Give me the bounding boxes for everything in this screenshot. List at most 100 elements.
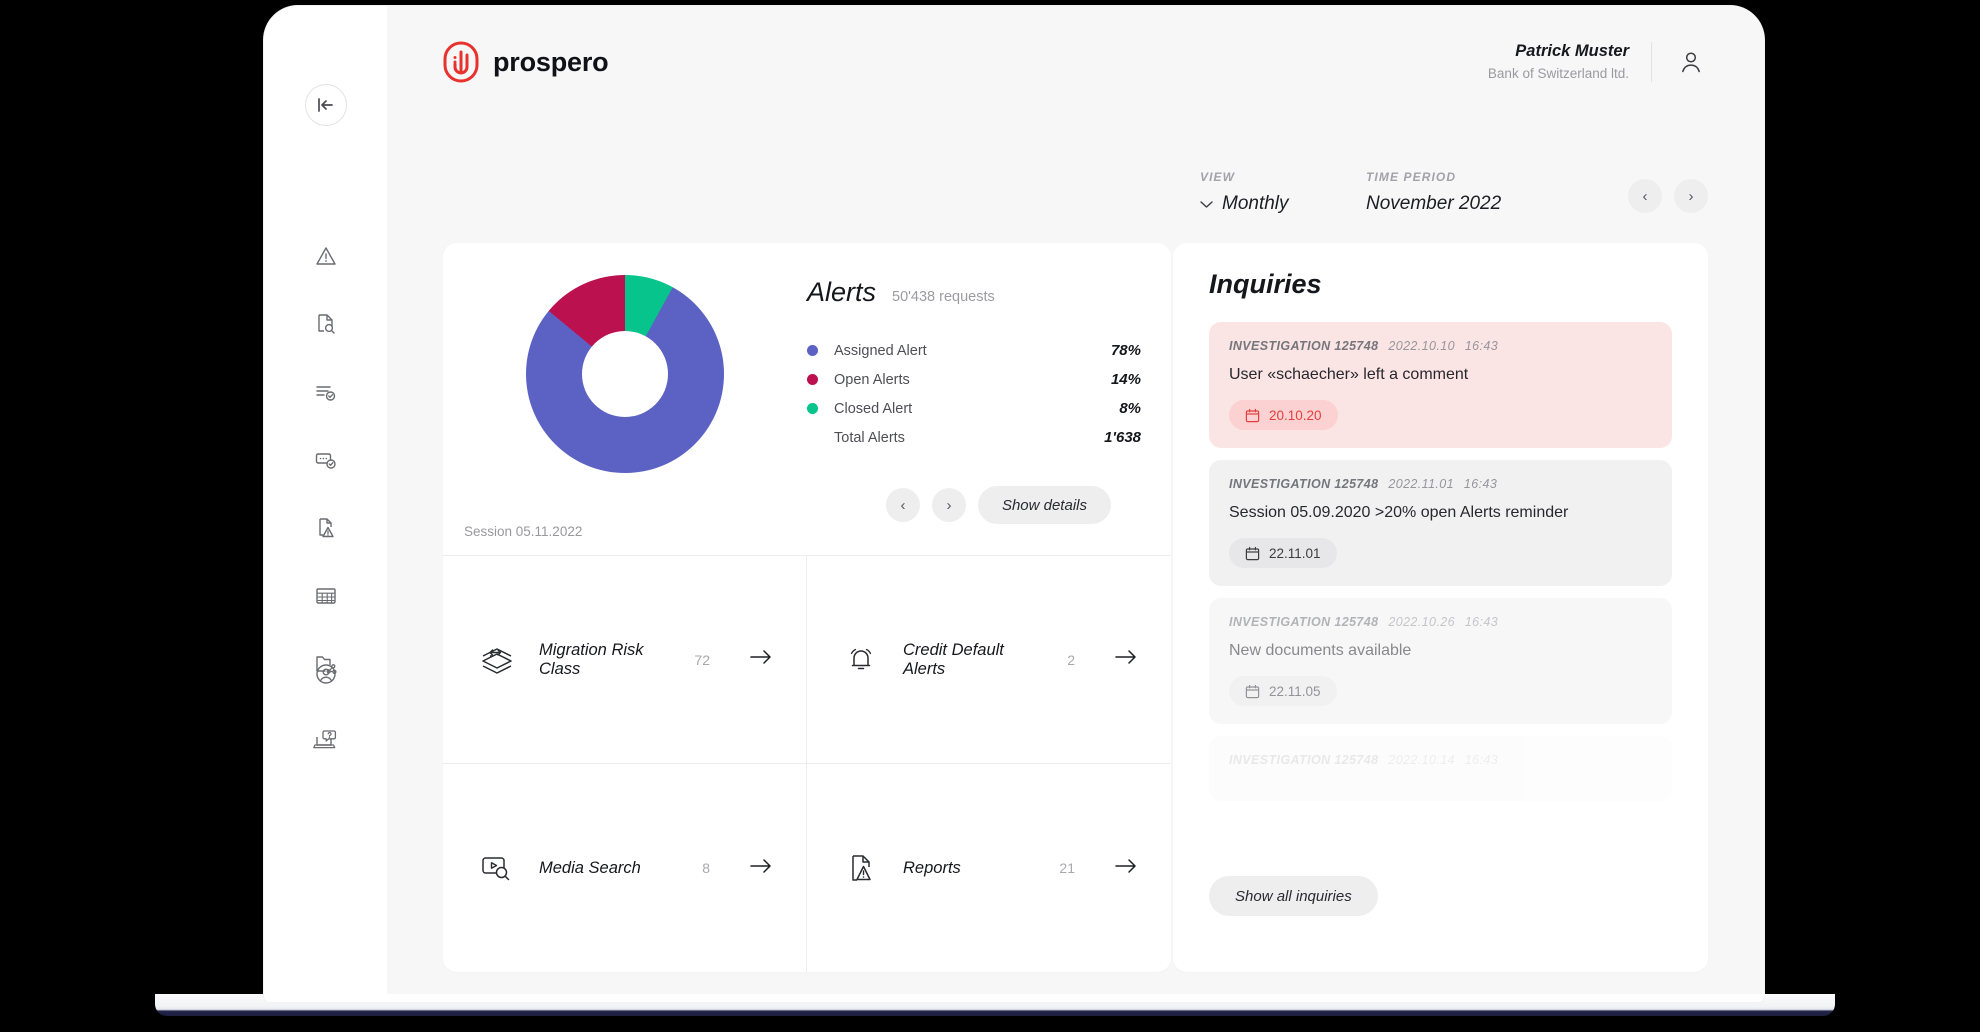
inquiry-time: 16:43 [1463,477,1498,491]
table-grid-icon [315,588,336,604]
alerts-prev-button[interactable]: ‹ [885,488,920,522]
inquiry-badge-text: 22.11.05 [1269,683,1321,699]
inquiry-date: 2022.10.10 [1388,339,1455,353]
user-text: Patrick Muster Bank of Switzerland ltd. [1488,40,1629,83]
tile-label: Reports [903,858,961,877]
screenshot-scene: prospero Patrick Muster Bank of Switzerl… [0,0,1980,1032]
view-value: Monthly [1222,193,1289,214]
inquiry-badge-text: 20.10.20 [1269,407,1322,423]
period-prev-button[interactable]: ‹ [1628,179,1662,213]
tile-label: Credit Default Alerts [903,640,1004,678]
inquiry-time: 16:43 [1464,753,1499,767]
tile-count: 21 [1059,860,1075,876]
inquiry-meta: INVESTIGATION 125748 2022.10.10 16:43 [1229,339,1652,353]
inquiry-text: Session 05.09.2020 >20% open Alerts remi… [1229,504,1569,521]
sidebar-item-account[interactable] [304,652,348,696]
inquiry-meta: INVESTIGATION 125748 2022.11.01 16:43 [1229,477,1652,491]
arrow-right-icon [750,858,772,879]
legend-label: Closed Alert [834,400,913,417]
inquiry-card[interactable]: INVESTIGATION 125748 2022.11.01 16:43 Se… [1209,460,1672,586]
period-value[interactable]: November 2022 [1366,193,1532,215]
sidebar-item-checklist[interactable] [304,370,348,414]
inquiry-card[interactable]: INVESTIGATION 125748 2022.10.10 16:43 Us… [1209,322,1672,448]
period-label: TIME PERIOD [1366,170,1457,184]
legend-item: Open Alerts 14% [807,365,1141,394]
legend-label: Open Alerts [834,371,910,388]
tile-credit-default-alerts[interactable]: Credit Default Alerts 2 [807,556,1171,764]
legend-color-none [807,432,818,443]
inquiry-meta: INVESTIGATION 125748 2022.10.14 16:43 [1229,753,1652,767]
avatar[interactable] [1674,45,1708,79]
sidebar-item-alerts[interactable] [304,234,348,278]
warning-triangle-icon [315,247,336,265]
show-details-button[interactable]: Show details [977,486,1111,524]
dashboard-grid: Session 05.11.2022 Alerts 50'438 request… [443,243,1708,972]
calendar-icon [1245,546,1260,560]
inquiry-ref: INVESTIGATION 125748 [1229,615,1379,629]
sidebar-item-data-table[interactable] [304,574,348,618]
inquiry-date-badge: 22.11.05 [1229,676,1337,706]
inquiries-panel: Inquiries INVESTIGATION 125748 2022.10.1… [1173,243,1708,972]
arrow-right-icon [1115,649,1137,670]
period-nav: ‹ › [1628,179,1708,215]
collapse-sidebar-button[interactable] [304,84,347,126]
layers-migration-icon [477,644,517,676]
tile-reports[interactable]: Reports 21 [807,764,1171,972]
brand-name: prospero [493,46,609,77]
report-warning-icon [841,852,881,884]
view-select[interactable]: Monthly [1200,193,1366,215]
inquiry-ref: INVESTIGATION 125748 [1229,753,1379,767]
period-next-button[interactable]: › [1674,179,1708,213]
inquiry-ref: INVESTIGATION 125748 [1229,339,1379,353]
alerts-legend: Alerts 50'438 requests Assigned Alert 78… [807,261,1171,555]
legend-color-open [807,374,818,385]
alerts-summary: Session 05.11.2022 Alerts 50'438 request… [443,243,1171,555]
card-check-icon [315,453,336,469]
alerts-donut-chart: Session 05.11.2022 [443,261,807,555]
list-check-icon [315,386,335,401]
legend-value: 78% [1110,342,1141,359]
tile-count: 8 [702,860,710,876]
tile-migration-risk-class[interactable]: Migration Risk Class 72 [443,556,807,764]
calendar-icon [1245,684,1260,698]
show-all-inquiries-button[interactable]: Show all inquiries [1209,876,1378,916]
collapse-left-icon [317,98,333,112]
inquiry-text: New documents available [1229,642,1412,659]
chevron-down-icon [1200,200,1213,208]
legend-total: Total Alerts 1'638 [807,423,1141,452]
inquiry-ref: INVESTIGATION 125748 [1229,477,1379,491]
show-all-wrap: Show all inquiries [1209,876,1378,916]
legend-color-closed [807,403,818,414]
sidebar-item-support[interactable] [304,718,348,762]
app-header: prospero Patrick Muster Bank of Switzerl… [443,6,1708,118]
period-filter: TIME PERIOD November 2022 [1366,170,1532,215]
tile-label: Media Search [539,858,641,877]
laptop-help-icon [312,730,336,749]
inquiry-date-badge: 22.11.01 [1229,538,1337,568]
sidebar-item-document-search[interactable] [304,302,348,346]
inquiry-badge-text: 22.11.01 [1269,545,1321,561]
sidebar-item-transactions[interactable] [304,438,348,482]
document-warning-icon [318,518,334,538]
user-name: Patrick Muster [1515,42,1629,61]
legend-label: Assigned Alert [834,342,927,359]
session-label: Session 05.11.2022 [464,524,583,539]
tile-media-search[interactable]: Media Search 8 [443,764,807,972]
inquiry-card[interactable]: INVESTIGATION 125748 2022.10.14 16:43 [1209,736,1672,801]
inquiry-text: User «schaecher» left a comment [1229,366,1469,383]
inquiry-date: 2022.10.26 [1388,615,1455,629]
legend-value: 14% [1110,371,1141,388]
sidebar-item-risk-documents[interactable] [304,506,348,550]
legend-value: 8% [1119,400,1141,417]
app-screen: prospero Patrick Muster Bank of Switzerl… [264,6,1764,994]
sidebar [264,6,387,994]
tile-count: 2 [1067,651,1075,668]
tile-count: 72 [694,651,710,668]
inquiries-title: Inquiries [1209,269,1322,299]
alerts-next-button[interactable]: › [931,488,966,522]
inquiry-card[interactable]: INVESTIGATION 125748 2022.10.26 16:43 Ne… [1209,598,1672,724]
person-icon [1682,52,1700,73]
calendar-icon [1245,408,1260,422]
brand-logo[interactable]: prospero [443,41,609,83]
header-divider [1651,41,1652,82]
